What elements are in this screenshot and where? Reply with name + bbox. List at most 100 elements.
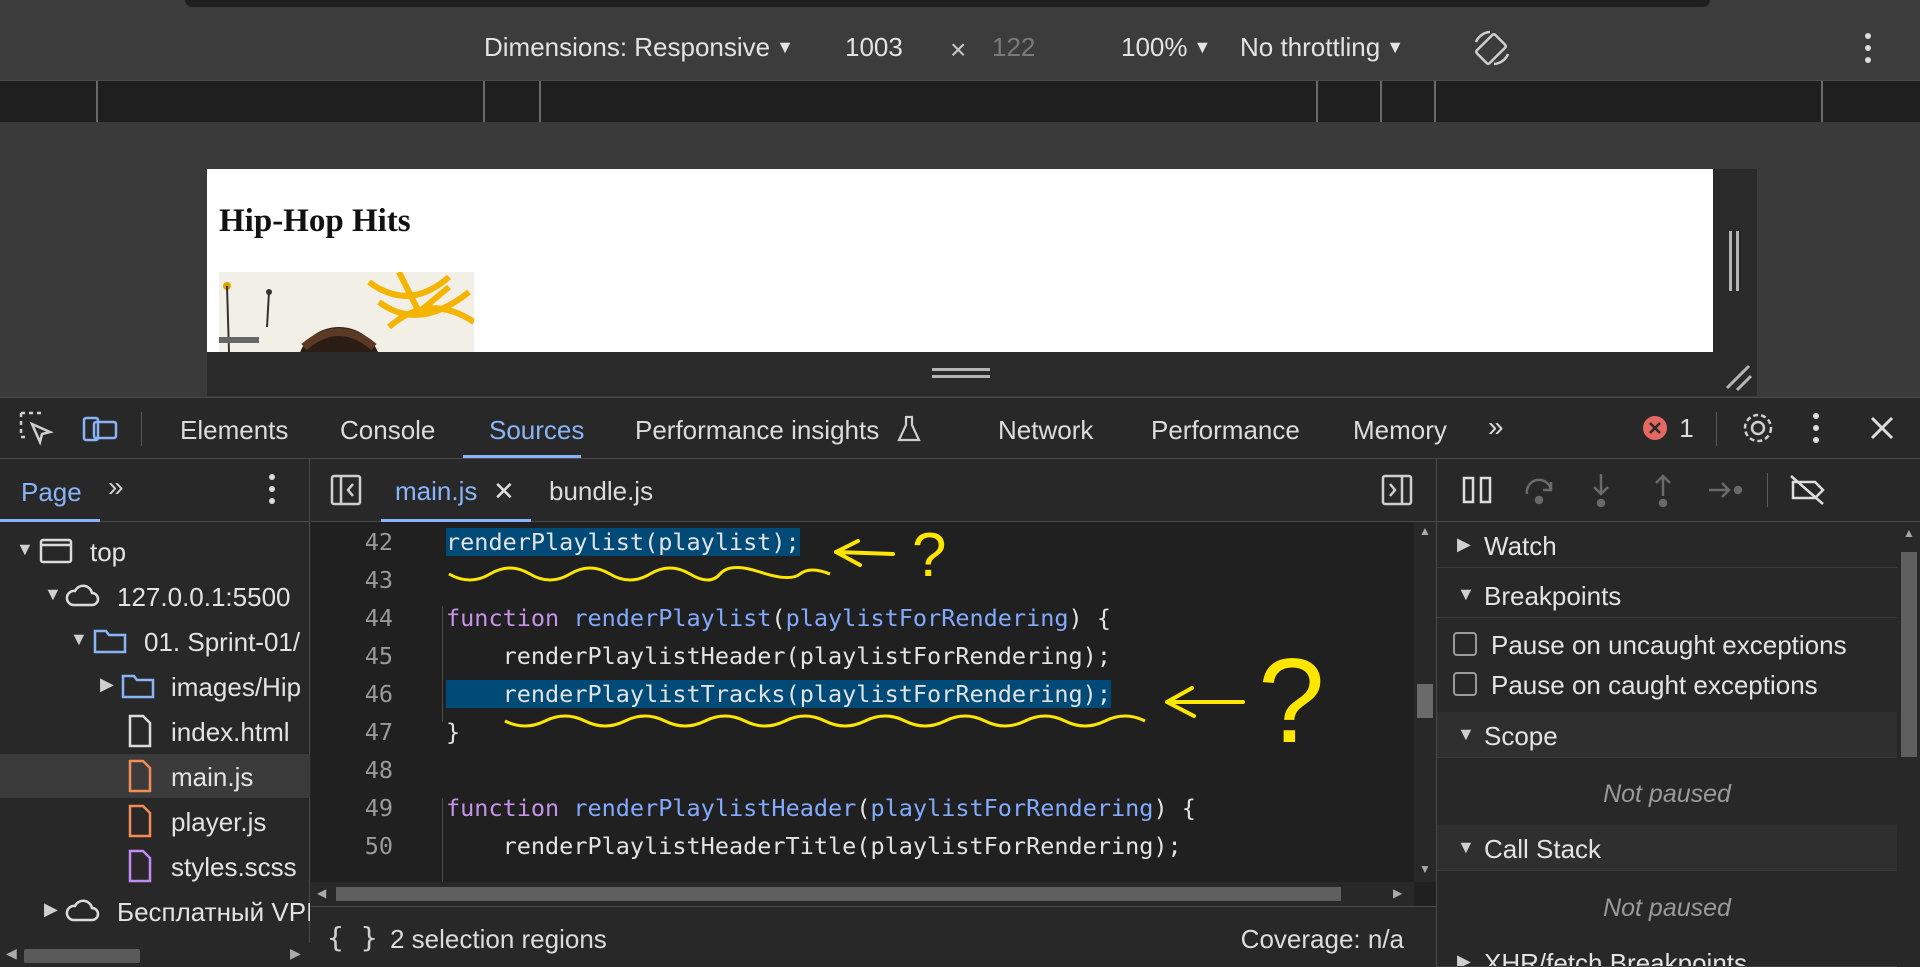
tab-memory[interactable]: Memory	[1353, 415, 1447, 446]
tree-item-folder[interactable]: ▼ 01. Sprint-01/	[0, 619, 310, 663]
scroll-down-icon[interactable]: ▼	[1419, 862, 1431, 876]
tree-item-host[interactable]: ▼ 127.0.0.1:5500	[0, 574, 310, 618]
scrollbar-thumb[interactable]	[1901, 552, 1917, 757]
line-number[interactable]: 50	[311, 832, 393, 860]
settings-gear-icon[interactable]	[1738, 408, 1778, 448]
xhr-breakpoints-section-header[interactable]: ▶ XHR/fetch Breakpoints	[1437, 939, 1897, 967]
line-number[interactable]: 42	[311, 528, 393, 556]
scroll-up-icon[interactable]: ▲	[1419, 524, 1431, 538]
corner-resize-handle[interactable]	[1713, 352, 1757, 396]
scrollbar-thumb[interactable]	[24, 949, 140, 963]
code-line[interactable]: 44 function renderPlaylist(playlistForRe…	[311, 598, 1414, 636]
media-query-ruler[interactable]	[0, 80, 1920, 123]
code-line[interactable]: 50 renderPlaylistHeaderTitle(playlistFor…	[311, 826, 1414, 864]
collapsed-arrow-icon: ▶	[100, 674, 114, 694]
tab-sources[interactable]: Sources	[489, 415, 584, 446]
tree-item-images[interactable]: ▶ images/Hip	[0, 664, 310, 708]
rotate-icon[interactable]	[1470, 26, 1514, 77]
height-input[interactable]: 122	[992, 32, 1035, 63]
deactivate-breakpoints-icon[interactable]	[1787, 470, 1827, 510]
breakpoints-section-header[interactable]: ▼ Breakpoints	[1437, 572, 1897, 618]
scrollbar-thumb[interactable]	[1417, 684, 1433, 718]
editor-horizontal-scrollbar[interactable]: ◀ ▶	[311, 882, 1414, 906]
code-line[interactable]: 48	[311, 750, 1414, 788]
tab-console[interactable]: Console	[340, 415, 435, 446]
coverage-status[interactable]: Coverage: n/a	[1241, 924, 1404, 955]
scroll-right-icon[interactable]: ▶	[290, 945, 301, 962]
tree-item-player-js[interactable]: player.js	[0, 799, 310, 843]
more-options-icon[interactable]	[1862, 30, 1874, 73]
code-line[interactable]: 42 renderPlaylist(playlist);	[311, 522, 1414, 560]
tree-item-vpn[interactable]: ▶ Бесплатный VPI	[0, 889, 310, 933]
pause-uncaught-checkbox[interactable]: Pause on uncaught exceptions	[1437, 625, 1897, 665]
step-icon[interactable]	[1705, 470, 1745, 510]
code-line[interactable]: 49 function renderPlaylistHeader(playlis…	[311, 788, 1414, 826]
scroll-up-icon[interactable]: ▲	[1903, 526, 1915, 540]
tab-elements[interactable]: Elements	[180, 415, 288, 446]
watch-section-header[interactable]: ▶ Watch	[1437, 522, 1897, 568]
page-preview[interactable]: Hip-Hop Hits	[207, 169, 1713, 352]
tab-main-js[interactable]: main.js	[395, 476, 477, 507]
zoom-dropdown[interactable]: 100% ▼	[1121, 32, 1211, 63]
debugger-scrollbar[interactable]: ▲	[1897, 522, 1920, 967]
tree-item-index-html[interactable]: index.html	[0, 709, 310, 753]
toggle-debugger-icon[interactable]	[1380, 473, 1414, 514]
line-number[interactable]: 46	[311, 680, 393, 708]
scrollbar-thumb[interactable]	[336, 887, 1341, 901]
step-out-icon[interactable]	[1643, 470, 1683, 510]
bottom-resize-handle[interactable]	[207, 352, 1713, 396]
close-icon[interactable]	[1862, 408, 1902, 448]
pretty-print-icon[interactable]: { }	[327, 921, 378, 954]
expanded-arrow-icon: ▼	[70, 629, 88, 649]
navigator-scrollbar[interactable]: ◀ ▶	[0, 943, 310, 967]
line-number[interactable]: 48	[311, 756, 393, 784]
scope-section-header[interactable]: ▼ Scope	[1437, 712, 1897, 758]
customize-menu-icon[interactable]	[1810, 408, 1850, 448]
code-line[interactable]: 46 renderPlaylistTracks(playlistForRende…	[311, 674, 1414, 712]
call-stack-section-header[interactable]: ▼ Call Stack	[1437, 825, 1897, 871]
tab-performance[interactable]: Performance	[1151, 415, 1300, 446]
dimensions-dropdown[interactable]: Dimensions: Responsive ▼	[484, 32, 794, 63]
checkbox[interactable]	[1453, 632, 1477, 656]
pause-icon[interactable]	[1457, 470, 1497, 510]
tree-item-main-js[interactable]: main.js	[0, 754, 310, 798]
tab-network[interactable]: Network	[998, 415, 1093, 446]
line-number[interactable]: 47	[311, 718, 393, 746]
tab-performance-insights[interactable]: Performance insights	[635, 415, 922, 446]
step-into-icon[interactable]	[1581, 470, 1621, 510]
line-number[interactable]: 49	[311, 794, 393, 822]
error-counter[interactable]: 1	[1642, 413, 1694, 444]
code-line[interactable]: 43	[311, 560, 1414, 598]
tab-bundle-js[interactable]: bundle.js	[549, 476, 653, 507]
code-view[interactable]: 42 renderPlaylist(playlist); 43 44 funct…	[311, 522, 1414, 882]
album-cover-image	[219, 272, 474, 352]
inspect-element-icon[interactable]	[16, 408, 56, 448]
more-options-icon[interactable]	[266, 471, 278, 512]
tree-item-top[interactable]: ▼ top	[0, 529, 310, 573]
editor-vertical-scrollbar[interactable]: ▲ ▼	[1414, 522, 1436, 882]
code-line[interactable]: 47 }	[311, 712, 1414, 750]
throttling-value: No throttling	[1240, 32, 1381, 62]
checkbox[interactable]	[1453, 672, 1477, 696]
code-text: renderPlaylistHeader(playlistForRenderin…	[446, 642, 1111, 670]
toggle-navigator-icon[interactable]	[329, 473, 363, 514]
scroll-left-icon[interactable]: ◀	[317, 886, 326, 900]
width-input[interactable]: 1003	[845, 32, 903, 63]
more-tabs-icon[interactable]: »	[108, 471, 124, 503]
section-title: Scope	[1484, 721, 1558, 751]
collapsed-arrow-icon: ▶	[1457, 951, 1471, 967]
step-over-icon[interactable]	[1519, 470, 1559, 510]
line-number[interactable]: 44	[311, 604, 393, 632]
line-number[interactable]: 45	[311, 642, 393, 670]
scroll-right-icon[interactable]: ▶	[1393, 886, 1402, 900]
tab-page[interactable]: Page	[21, 477, 82, 508]
close-tab-icon[interactable]: ✕	[493, 476, 515, 507]
more-tabs-icon[interactable]: »	[1488, 411, 1504, 443]
device-toggle-icon[interactable]	[80, 408, 120, 448]
tree-item-styles-scss[interactable]: styles.scss	[0, 844, 310, 888]
pause-caught-checkbox[interactable]: Pause on caught exceptions	[1437, 665, 1897, 705]
throttling-dropdown[interactable]: No throttling ▼	[1240, 32, 1404, 63]
scroll-left-icon[interactable]: ◀	[6, 945, 17, 962]
code-line[interactable]: 45 renderPlaylistHeader(playlistForRende…	[311, 636, 1414, 674]
line-number[interactable]: 43	[311, 566, 393, 594]
